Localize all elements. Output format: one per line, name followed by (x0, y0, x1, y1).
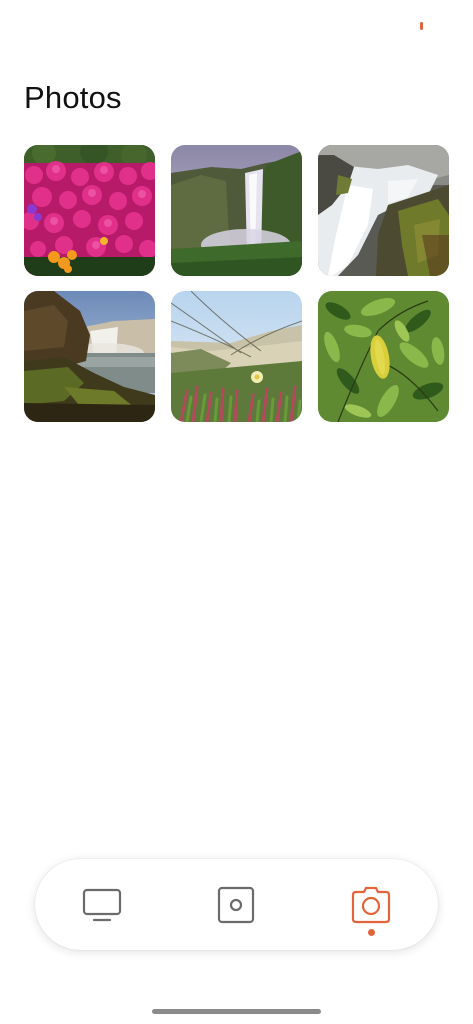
status-indicator (420, 22, 423, 30)
photo-thumbnail-green-leaves[interactable] (318, 291, 449, 422)
camera-device-icon (216, 885, 256, 925)
tab-tv[interactable] (52, 859, 152, 950)
tab-bar (35, 859, 438, 950)
camera-icon (351, 886, 391, 924)
tab-photos[interactable] (321, 859, 421, 950)
photo-thumbnail-cliff-waterfall[interactable] (24, 291, 155, 422)
photo-thumbnail-dune-grass[interactable] (171, 291, 302, 422)
page-title: Photos (24, 80, 122, 115)
home-indicator[interactable] (152, 1009, 321, 1014)
photo-grid (24, 145, 449, 422)
tv-icon (82, 887, 122, 923)
tab-device[interactable] (186, 859, 286, 950)
photo-thumbnail-pink-flowers[interactable] (24, 145, 155, 276)
photo-thumbnail-rapids-waterfall[interactable] (318, 145, 449, 276)
photo-thumbnail-waterfall-valley[interactable] (171, 145, 302, 276)
active-tab-indicator (368, 929, 375, 936)
